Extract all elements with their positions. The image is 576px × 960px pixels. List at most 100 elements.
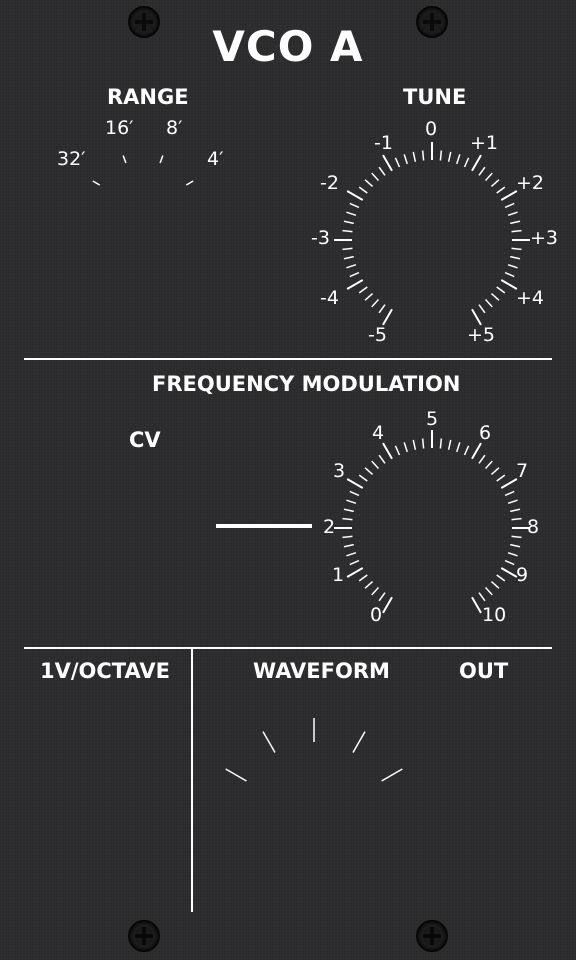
tune-scale-plus-4: +4 — [516, 287, 545, 309]
minor-tick — [371, 460, 380, 470]
minor-tick — [511, 535, 522, 539]
fm-scale-3: 3 — [333, 460, 346, 482]
minor-tick — [371, 298, 380, 308]
minor-tick — [504, 490, 515, 497]
minor-tick — [358, 574, 368, 582]
range-position-tick — [92, 180, 101, 186]
minor-tick — [412, 439, 417, 450]
minor-tick — [510, 543, 521, 548]
major-tick — [500, 478, 518, 489]
minor-tick — [371, 172, 380, 182]
tune-scale-0: 0 — [425, 118, 438, 140]
minor-tick — [478, 166, 486, 176]
major-tick — [471, 442, 482, 460]
waveform-tick-marks — [225, 718, 403, 782]
minor-tick — [342, 535, 353, 539]
tune-scale-minus-4: -4 — [320, 287, 339, 309]
fm-scale-2: 2 — [323, 516, 336, 538]
minor-tick — [484, 460, 493, 470]
minor-tick — [378, 304, 386, 314]
minor-tick — [496, 286, 506, 294]
major-tick — [382, 154, 393, 172]
minor-tick — [349, 559, 360, 566]
minor-tick — [378, 592, 386, 602]
minor-tick — [504, 271, 515, 278]
out-label: OUT — [459, 659, 509, 683]
fm-scale-8: 8 — [527, 516, 540, 538]
major-tick — [500, 190, 518, 201]
minor-tick — [484, 172, 493, 182]
minor-tick — [343, 508, 354, 513]
minor-tick — [510, 255, 521, 260]
tune-scale-plus-1: +1 — [470, 132, 499, 154]
tune-scale-plus-2: +2 — [516, 172, 545, 194]
tune-scale-minus-2: -2 — [320, 172, 339, 194]
minor-tick — [504, 559, 515, 566]
minor-tick — [364, 467, 374, 476]
minor-tick — [510, 220, 521, 225]
minor-tick — [507, 211, 518, 216]
major-tick — [382, 442, 393, 460]
tune-scale-minus-3: -3 — [311, 227, 330, 249]
minor-tick — [394, 157, 401, 168]
waveform-position-tick — [225, 768, 247, 782]
minor-tick — [456, 442, 461, 453]
minor-tick — [507, 264, 518, 269]
minor-tick — [490, 580, 500, 589]
range-tick-marks — [92, 155, 194, 186]
fm-scale-10: 10 — [482, 604, 507, 626]
waveform-position-tick — [352, 731, 366, 753]
major-tick — [471, 596, 482, 614]
minor-tick — [378, 454, 386, 464]
minor-tick — [394, 445, 401, 456]
tune-tick-marks — [334, 142, 530, 326]
range-position-32: 32′ — [57, 148, 86, 170]
fm-label: FREQUENCY MODULATION — [152, 372, 461, 396]
minor-tick — [511, 247, 522, 251]
minor-tick — [490, 179, 500, 188]
fm-scale-9: 9 — [516, 564, 529, 586]
module-title: VCO A — [212, 22, 364, 71]
minor-tick — [346, 552, 357, 557]
minor-tick — [412, 151, 417, 162]
fm-scale-5: 5 — [426, 408, 439, 430]
minor-tick — [478, 304, 486, 314]
minor-tick — [510, 508, 521, 513]
minor-tick — [349, 490, 360, 497]
major-tick — [346, 279, 364, 290]
minor-tick — [342, 247, 353, 251]
range-position-tick — [185, 180, 194, 186]
fm-tick-marks — [334, 430, 530, 614]
major-tick — [382, 308, 393, 326]
minor-tick — [490, 467, 500, 476]
minor-tick — [421, 150, 425, 161]
minor-tick — [364, 580, 374, 589]
minor-tick — [507, 552, 518, 557]
minor-tick — [496, 574, 506, 582]
minor-tick — [496, 186, 506, 194]
minor-tick — [456, 154, 461, 165]
major-tick — [500, 279, 518, 290]
tune-scale-minus-5: -5 — [368, 324, 387, 346]
major-tick — [471, 154, 482, 172]
minor-tick — [346, 264, 357, 269]
minor-tick — [349, 271, 360, 278]
tune-scale-plus-3: +3 — [530, 227, 559, 249]
vco-module-panel: VCO A RANGE 32′ 16′ 8′ 4′ TUNE -5 -4 -3 … — [0, 0, 576, 960]
minor-tick — [342, 517, 353, 521]
range-position-tick — [122, 155, 127, 164]
waveform-label: WAVEFORM — [253, 659, 390, 683]
range-position-tick — [159, 155, 164, 164]
minor-tick — [463, 445, 470, 456]
minor-tick — [403, 154, 408, 165]
minor-tick — [504, 202, 515, 209]
minor-tick — [439, 438, 443, 449]
cv-label: CV — [129, 428, 161, 452]
waveform-position-tick — [262, 731, 276, 753]
minor-tick — [342, 229, 353, 233]
minor-tick — [484, 298, 493, 308]
range-position-16: 16′ — [105, 117, 134, 139]
major-tick — [471, 308, 482, 326]
minor-tick — [421, 438, 425, 449]
minor-tick — [343, 543, 354, 548]
